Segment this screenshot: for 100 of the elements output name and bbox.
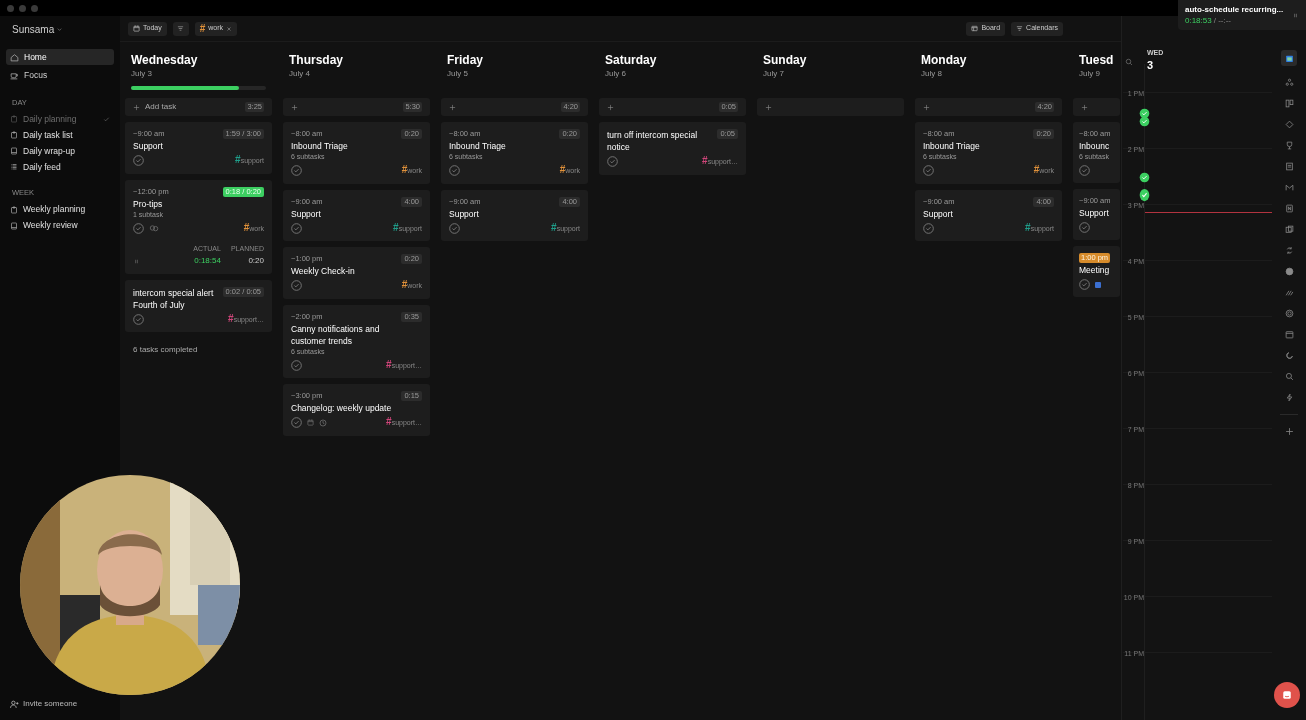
task-title: intercom special alert Fourth of July <box>133 286 215 311</box>
timer-value: 0:18:54 <box>194 254 221 267</box>
task-title: Changelog: weekly update <box>291 402 393 414</box>
diamond-icon[interactable] <box>1284 120 1294 129</box>
board-icon[interactable] <box>1284 99 1294 108</box>
task-title: Pro-tips <box>133 197 164 210</box>
close-icon <box>226 25 233 32</box>
task-title: Inbounc <box>1079 140 1111 152</box>
check-circle-icon[interactable] <box>449 222 460 234</box>
sidebar-item[interactable]: Home <box>6 49 114 65</box>
document-icon[interactable] <box>1284 162 1294 171</box>
day-heading: Sunday <box>762 52 808 68</box>
document-icon[interactable] <box>1284 225 1294 234</box>
task-title: Support <box>291 207 322 220</box>
check-circle-icon[interactable] <box>291 417 302 429</box>
mail-icon[interactable] <box>1284 183 1294 192</box>
plus-icon[interactable] <box>1284 427 1294 436</box>
check-circle-icon[interactable] <box>1079 165 1090 176</box>
check-circle-icon[interactable] <box>923 165 934 177</box>
pause-icon[interactable] <box>1292 12 1299 19</box>
timer-value: 0:20 <box>248 254 264 267</box>
check-circle-icon[interactable] <box>1139 172 1150 183</box>
sidebar-item[interactable]: Daily feed <box>6 159 114 176</box>
check-circle-icon[interactable] <box>291 280 302 292</box>
day-date: July 9 <box>1078 68 1101 80</box>
pause-icon[interactable] <box>133 257 140 265</box>
home-icon <box>10 52 19 62</box>
day-heading: Tuesd <box>1078 52 1115 68</box>
task-title: Inbound Triage <box>923 140 981 152</box>
circle-icon[interactable] <box>1284 267 1294 276</box>
check-circle-icon[interactable] <box>133 155 144 167</box>
day-heading: Wednesday <box>130 52 199 68</box>
sidebar-item[interactable]: Daily task list <box>6 127 114 144</box>
calendar-app-button[interactable] <box>1281 50 1297 66</box>
clock-icon <box>319 418 327 427</box>
book-icon <box>10 221 18 230</box>
chevron-down-icon <box>56 26 64 33</box>
workspace-name[interactable]: Sunsama <box>12 22 55 37</box>
lightning-icon[interactable] <box>1284 393 1294 402</box>
filter-button[interactable] <box>172 21 189 36</box>
add-person-icon <box>10 699 19 709</box>
task-title: Support <box>133 140 164 152</box>
check-circle-icon[interactable] <box>133 313 144 325</box>
clipboard-icon <box>10 131 18 140</box>
filter-icon <box>177 25 185 32</box>
chat-button[interactable] <box>1274 682 1300 708</box>
invite-link[interactable]: Invite someone <box>23 698 78 710</box>
plus-icon <box>607 103 614 111</box>
day-heading: Saturday <box>604 52 658 68</box>
plus-icon <box>449 103 456 111</box>
task-title: Support <box>449 207 480 220</box>
check-circle-icon[interactable] <box>1139 116 1150 127</box>
clipboard-icon <box>10 205 18 214</box>
sidebar-item[interactable]: Focus <box>6 67 114 83</box>
task-title: Weekly Check-in <box>291 265 356 277</box>
task-title: Inbound Triage <box>291 140 349 152</box>
task-title: Canny notifications and customer trends <box>291 322 381 347</box>
chat-icon <box>1281 689 1293 701</box>
notebook-icon[interactable] <box>1284 204 1294 213</box>
sidebar-item[interactable]: Daily wrap-up <box>6 143 114 160</box>
day-date: July 3 <box>130 68 153 80</box>
calendar-date: 3 <box>1147 58 1155 71</box>
sidebar-item[interactable]: Weekly planning <box>6 201 114 218</box>
board-icon <box>971 25 979 32</box>
task-title: Support <box>1079 207 1110 219</box>
check-circle-icon[interactable] <box>1079 222 1090 233</box>
timer-planned: / --:-- <box>1213 15 1232 26</box>
plus-icon <box>923 103 930 111</box>
task-title: Meeting <box>1079 264 1111 276</box>
day-date: July 5 <box>446 68 469 80</box>
check-circle-icon[interactable] <box>1079 279 1090 290</box>
check-circle-icon[interactable] <box>133 222 144 234</box>
day-date: July 8 <box>920 68 943 80</box>
plus-icon <box>133 103 140 111</box>
check-circle-icon[interactable] <box>291 222 302 234</box>
task-title: turn off intercom special notice <box>607 129 699 153</box>
plus-icon <box>1081 103 1088 111</box>
check-circle-icon[interactable] <box>923 222 934 234</box>
check-circle-icon[interactable] <box>1139 188 1150 202</box>
day-heading: Thursday <box>288 52 344 68</box>
refresh-icon[interactable] <box>1284 246 1294 255</box>
moon-icon[interactable] <box>1284 351 1294 360</box>
list-icon <box>10 163 18 172</box>
zoom-out-icon[interactable] <box>1125 58 1133 66</box>
sidebar-item[interactable]: Daily planning <box>6 111 114 128</box>
check-circle-icon[interactable] <box>1139 108 1150 119</box>
cup-icon <box>10 70 19 80</box>
check-circle-icon[interactable] <box>291 359 302 371</box>
people-icon[interactable] <box>1284 78 1294 87</box>
target-icon[interactable] <box>1284 309 1294 318</box>
check-circle-icon[interactable] <box>449 165 460 177</box>
check-circle-icon[interactable] <box>607 156 618 168</box>
sidebar-item[interactable]: Weekly review <box>6 217 114 234</box>
book-icon <box>10 147 18 156</box>
search-icon[interactable] <box>1284 372 1294 381</box>
archive-icon[interactable] <box>1284 330 1294 339</box>
completed-count[interactable]: 6 tasks completed <box>125 344 272 356</box>
check-circle-icon[interactable] <box>291 165 302 177</box>
clipboard-icon <box>10 115 18 124</box>
trophy-icon[interactable] <box>1284 141 1294 150</box>
